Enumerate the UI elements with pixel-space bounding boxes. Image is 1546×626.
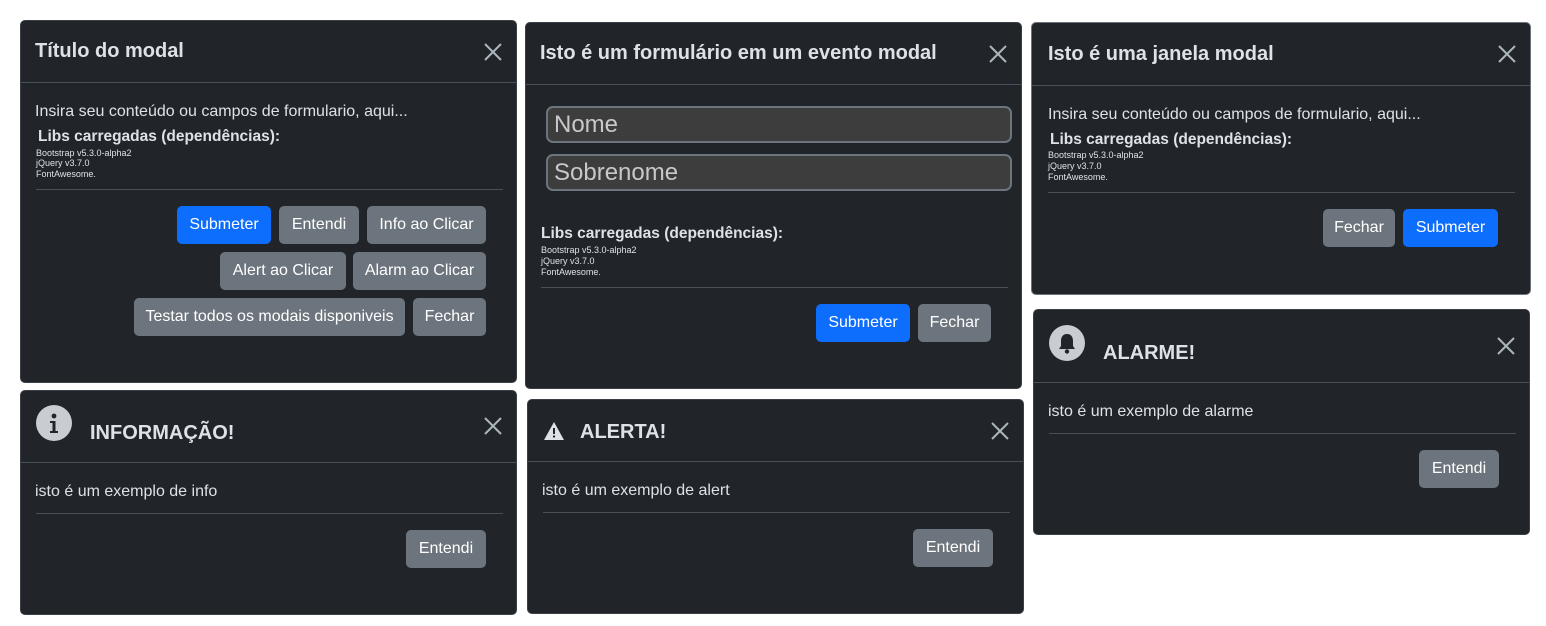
understood-button[interactable]: Entendi [279,206,359,244]
modal-title: Título do modal [35,40,184,62]
close-icon[interactable] [482,41,504,63]
modal-header: Título do modal [21,21,516,83]
lib-item: jQuery v3.7.0 [36,158,90,168]
modal-alert: ALERTA! isto é um exemplo de alert Enten… [527,399,1024,614]
modal-form: Isto é um formulário em um evento modal … [525,22,1022,389]
divider [1048,192,1515,193]
lib-item: Bootstrap v5.3.0-alpha2 [541,245,637,255]
last-name-field[interactable]: Sobrenome [546,154,1012,191]
modal-title: Isto é uma janela modal [1048,42,1274,65]
lib-item: jQuery v3.7.0 [1048,161,1102,171]
lib-item: FontAwesome. [36,169,96,179]
lib-item: Bootstrap v5.3.0-alpha2 [1048,150,1144,160]
libs-title: Libs carregadas (dependências): [38,128,281,145]
libs-title: Libs carregadas (dependências): [541,225,784,242]
close-icon[interactable] [1496,43,1518,65]
modal-title: Isto é um formulário em um evento modal [540,42,937,64]
info-on-click-button[interactable]: Info ao Clicar [367,206,486,244]
submit-button[interactable]: Submeter [816,304,910,342]
understood-button[interactable]: Entendi [1419,450,1499,488]
divider [543,512,1010,513]
info-icon [36,405,72,441]
modal-header: Isto é um formulário em um evento modal [526,23,1021,85]
modal-title: ALERTA! [580,421,667,443]
close-button[interactable]: Fechar [413,298,486,336]
lib-item: Bootstrap v5.3.0-alpha2 [36,148,132,158]
modal-body-text: isto é um exemplo de alarme [1048,403,1254,420]
divider [1049,433,1516,434]
modal-header: ALERTA! [528,400,1023,462]
modal-titulo: Título do modal Insira seu conteúdo ou c… [20,20,517,383]
close-button[interactable]: Fechar [918,304,991,342]
modal-body-text: Insira seu conteúdo ou campos de formula… [1048,106,1421,123]
alert-on-click-button[interactable]: Alert ao Clicar [220,252,346,290]
modal-info: INFORMAÇÃO! isto é um exemplo de info En… [20,390,517,615]
divider [36,513,503,514]
modal-header: INFORMAÇÃO! [21,391,516,463]
warning-icon [543,421,565,441]
divider [36,189,503,190]
modal-janela: Isto é uma janela modal Insira seu conte… [1031,22,1531,295]
understood-button[interactable]: Entendi [406,530,486,568]
modal-title: ALARME! [1103,342,1196,364]
understood-button[interactable]: Entendi [913,529,993,567]
test-all-modals-button[interactable]: Testar todos os modais disponiveis [134,298,405,336]
bell-icon [1049,325,1085,361]
close-icon[interactable] [1495,335,1517,357]
modal-header: Isto é uma janela modal [1032,23,1530,86]
modal-alarm: ALARME! isto é um exemplo de alarme Ente… [1033,309,1530,535]
lib-item: FontAwesome. [1048,172,1108,182]
submit-button[interactable]: Submeter [1403,209,1498,247]
close-icon[interactable] [482,415,504,437]
close-icon[interactable] [989,420,1011,442]
modal-body-text: isto é um exemplo de info [35,483,218,500]
modal-body-text: Insira seu conteúdo ou campos de formula… [35,103,408,120]
submit-button[interactable]: Submeter [177,206,271,244]
first-name-field[interactable]: Nome [546,106,1012,143]
modal-header: ALARME! [1034,310,1529,383]
alarm-on-click-button[interactable]: Alarm ao Clicar [353,252,486,290]
lib-item: FontAwesome. [541,267,601,277]
close-button[interactable]: Fechar [1323,209,1395,247]
modal-title: INFORMAÇÃO! [90,422,235,444]
libs-title: Libs carregadas (dependências): [1050,131,1293,148]
close-icon[interactable] [987,43,1009,65]
modal-body-text: isto é um exemplo de alert [542,482,730,499]
divider [541,287,1008,288]
lib-item: jQuery v3.7.0 [541,256,595,266]
